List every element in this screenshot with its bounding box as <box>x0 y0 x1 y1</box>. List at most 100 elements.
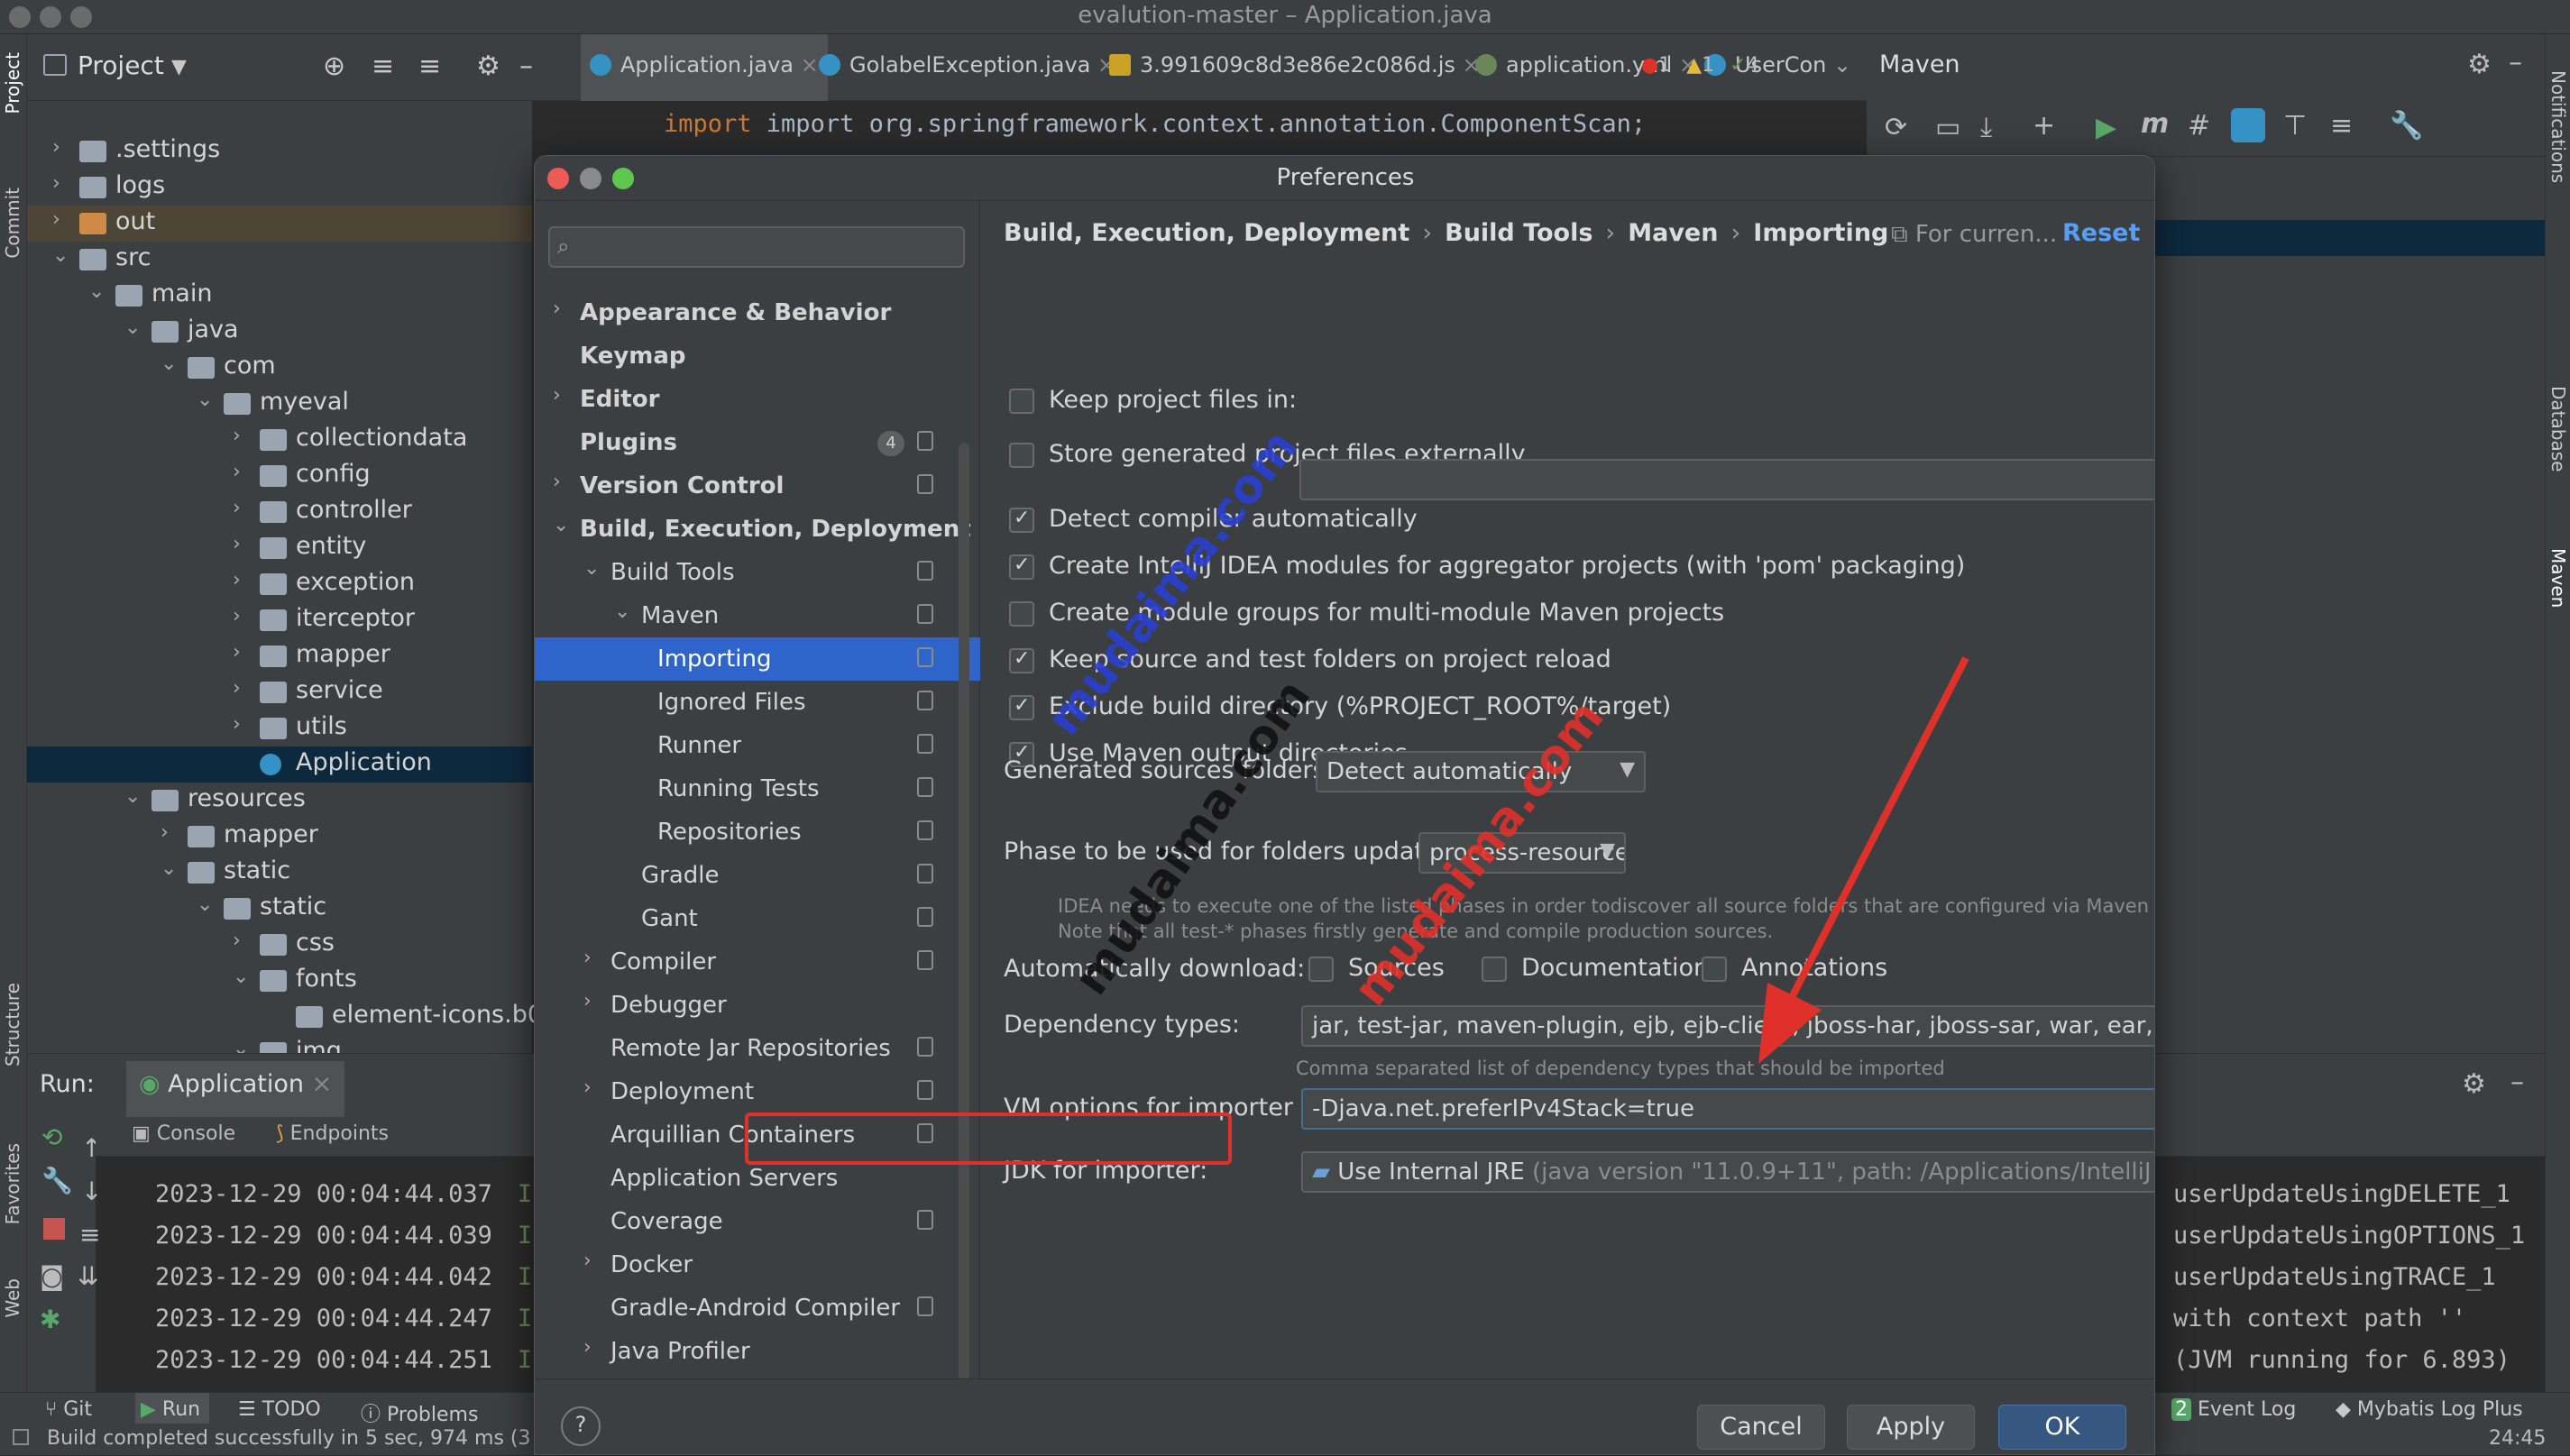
settings-search-input[interactable]: ⌕ <box>548 226 965 268</box>
chevron-down-icon[interactable]: ⌄ <box>161 857 177 880</box>
chevron-right-icon[interactable]: › <box>233 425 241 447</box>
editor-tab-application-java[interactable]: Application.java × <box>581 34 828 101</box>
chevron-right-icon[interactable]: › <box>233 533 241 555</box>
status-toggle-icon[interactable] <box>13 1429 29 1445</box>
tree-item[interactable]: › service <box>27 674 532 710</box>
cancel-button[interactable]: Cancel <box>1697 1405 1825 1450</box>
tree-item[interactable]: › config <box>27 458 532 494</box>
chevron-down-icon[interactable]: ▼ <box>171 56 187 78</box>
expand-all-icon[interactable]: ≡ <box>372 50 394 82</box>
chevron-right-icon[interactable]: › <box>583 1336 592 1359</box>
show-dependencies-icon[interactable]: ⊤ <box>2283 110 2307 142</box>
chevron-right-icon[interactable]: › <box>583 990 592 1012</box>
chevron-right-icon[interactable]: › <box>583 1250 592 1272</box>
editor-code-area[interactable]: import import org.springframework.contex… <box>532 54 1867 155</box>
tree-item[interactable]: › collectiondata <box>27 422 532 458</box>
checkbox-box[interactable] <box>1009 389 1034 414</box>
checkbox-box[interactable] <box>1009 694 1034 720</box>
chevron-right-icon[interactable]: › <box>553 471 561 493</box>
jdk-select[interactable]: ▰ Use Internal JRE (java version "11.0.9… <box>1301 1151 2154 1193</box>
chevron-right-icon[interactable]: › <box>553 384 561 407</box>
ok-button[interactable]: OK <box>1998 1405 2126 1450</box>
settings-item[interactable]: Running Tests <box>535 767 980 810</box>
hide-panel-icon[interactable]: – <box>2509 47 2522 78</box>
tab-console[interactable]: ▣ Console <box>132 1122 235 1145</box>
scroll-to-end-icon[interactable]: ⇊ <box>78 1261 98 1291</box>
run-config-tab[interactable]: ◉ Application × <box>126 1061 345 1117</box>
tool-tab-structure[interactable]: Structure <box>2 983 23 1067</box>
bottom-tab-todo[interactable]: ☰ TODO <box>238 1393 321 1424</box>
settings-item[interactable]: ⌄ Build Tools <box>535 551 980 594</box>
chevron-right-icon[interactable]: › <box>233 929 241 952</box>
tab-endpoints[interactable]: ⟆ Endpoints <box>276 1122 389 1145</box>
tree-item[interactable]: ⌄ src <box>27 242 532 278</box>
tree-item[interactable]: › controller <box>27 494 532 530</box>
locate-icon[interactable]: ⊕ <box>323 50 345 82</box>
settings-item[interactable]: Repositories <box>535 810 980 854</box>
settings-item[interactable]: › Appearance & Behavior <box>535 291 980 334</box>
settings-item[interactable]: Gradle <box>535 854 980 897</box>
chevron-down-icon[interactable]: ⌄ <box>1833 52 1851 78</box>
chevron-down-icon[interactable]: ⌄ <box>124 316 141 339</box>
chevron-right-icon[interactable]: › <box>233 461 241 483</box>
tree-item[interactable]: › mapper <box>27 638 532 674</box>
wrench-icon[interactable]: 🔧 <box>41 1166 73 1195</box>
chevron-down-icon[interactable]: ⌄ <box>233 966 249 988</box>
chevron-right-icon[interactable]: › <box>233 569 241 591</box>
editor-tab-js-file[interactable]: 3.991609c8d3e86e2c086d.js × <box>1109 34 1481 101</box>
tree-item[interactable]: › exception <box>27 566 532 602</box>
tree-item[interactable]: ⌄ main <box>27 278 532 314</box>
tool-tab-database[interactable]: Database <box>2547 386 2569 472</box>
chevron-right-icon[interactable]: › <box>233 641 241 664</box>
tool-tab-maven[interactable]: Maven <box>2547 548 2569 608</box>
settings-item[interactable]: Plugins 4 <box>535 421 980 464</box>
settings-item[interactable]: › Deployment <box>535 1070 980 1113</box>
close-icon[interactable]: × <box>801 52 819 78</box>
camera-icon[interactable]: ◙ <box>40 1261 64 1291</box>
tree-item[interactable]: ⌄ java <box>27 314 532 350</box>
tool-tab-web[interactable]: Web <box>2 1278 23 1318</box>
vm-options-field[interactable]: -Djava.net.preferIPv4Stack=true <box>1301 1088 2154 1130</box>
project-panel-title[interactable]: Project <box>78 50 164 80</box>
chevron-down-icon[interactable]: ⌄ <box>88 280 105 303</box>
tree-item[interactable]: › entity <box>27 530 532 566</box>
tree-item[interactable]: ⌄ static <box>27 855 532 891</box>
settings-item[interactable]: › Java Profiler <box>535 1330 980 1373</box>
tree-item[interactable]: ⌄ resources <box>27 783 532 819</box>
chevron-right-icon[interactable]: › <box>52 172 60 195</box>
hide-panel-icon[interactable]: – <box>2510 1067 2524 1098</box>
sidebar-scrollbar[interactable] <box>959 443 969 1398</box>
reset-link[interactable]: Reset <box>2062 219 2140 247</box>
tree-item[interactable]: ⌄ com <box>27 350 532 386</box>
breadcrumb-item[interactable]: Build Tools <box>1445 219 1592 247</box>
chevron-down-icon[interactable]: ⌄ <box>614 600 630 623</box>
tree-item[interactable]: › iterceptor <box>27 602 532 638</box>
checkbox-box[interactable] <box>1009 647 1034 673</box>
settings-item[interactable]: Remote Jar Repositories <box>535 1027 980 1070</box>
gear-icon[interactable]: ⚙ <box>2462 1068 2486 1100</box>
chevron-down-icon[interactable]: ⌄ <box>553 514 569 536</box>
chevron-right-icon[interactable]: › <box>583 1076 592 1099</box>
tree-item[interactable]: › out <box>27 206 532 242</box>
checkbox-box[interactable] <box>1009 443 1034 468</box>
chevron-down-icon[interactable]: ⌄ <box>197 893 213 916</box>
wrench-icon[interactable]: 🔧 <box>2390 110 2423 142</box>
settings-item[interactable]: ⌄ Maven <box>535 594 980 637</box>
help-button[interactable]: ? <box>561 1406 601 1446</box>
bottom-tab-problems[interactable]: ⓘ Problems <box>361 1393 478 1426</box>
search-text[interactable] <box>586 232 947 262</box>
settings-item[interactable]: Ignored Files <box>535 681 980 724</box>
chevron-down-icon[interactable]: ⌄ <box>197 389 213 411</box>
download-icon[interactable]: ⤓ <box>1980 112 1992 143</box>
stop-icon[interactable] <box>43 1218 65 1240</box>
tool-tab-favorites[interactable]: Favorites <box>2 1143 23 1224</box>
maven-goal-icon[interactable]: m <box>2141 108 2169 140</box>
settings-item[interactable]: Coverage <box>535 1200 980 1243</box>
inspection-widget[interactable]: ●1 ▲1 ✓4 <box>1641 54 1759 77</box>
settings-item[interactable]: Runner <box>535 724 980 767</box>
chevron-right-icon[interactable]: › <box>233 605 241 627</box>
chevron-right-icon[interactable]: › <box>161 821 169 844</box>
checkbox-box[interactable] <box>1702 957 1727 982</box>
tree-item[interactable]: › utils <box>27 710 532 746</box>
project-files-path-field[interactable] <box>1299 459 2154 500</box>
